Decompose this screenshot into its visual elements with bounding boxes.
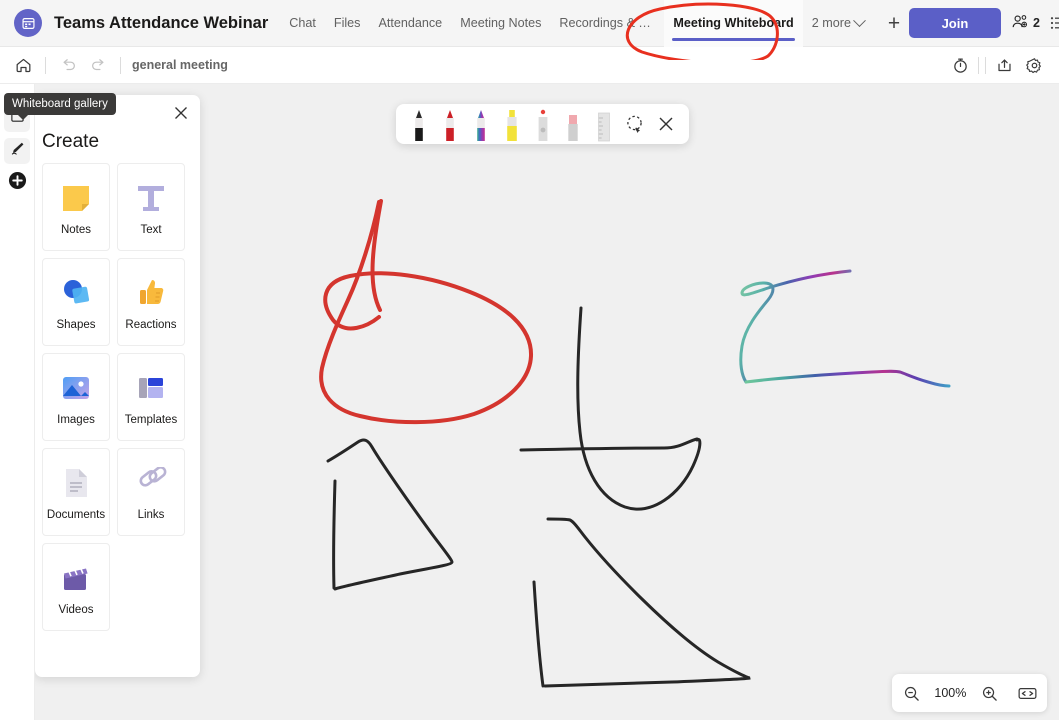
fit-to-screen-icon[interactable] xyxy=(1013,678,1043,708)
meeting-header: Teams Attendance Webinar Chat Files Atte… xyxy=(0,0,1059,47)
whiteboard-gallery-tooltip: Whiteboard gallery xyxy=(4,93,116,120)
board-name-label: general meeting xyxy=(132,58,228,72)
create-tile-label: Text xyxy=(140,223,162,236)
create-tile-label: Templates xyxy=(124,413,178,426)
tab-recordings-transcripts[interactable]: Recordings & Transcr.. xyxy=(550,0,664,47)
participants-count: 2 xyxy=(1032,16,1040,30)
whiteboard-app: Teams Attendance Webinar Chat Files Atte… xyxy=(0,0,1059,720)
inking-button[interactable] xyxy=(4,138,30,164)
plus-circle-icon xyxy=(8,171,27,195)
create-tile-label: Notes xyxy=(60,223,92,236)
teams-meeting-icon xyxy=(14,9,42,37)
document-icon xyxy=(61,464,91,502)
create-button[interactable] xyxy=(4,170,30,196)
create-tile-shapes[interactable]: Shapes xyxy=(42,258,110,346)
pen-icon xyxy=(9,140,26,162)
tabs-overflow-button[interactable]: 2 more xyxy=(803,0,873,47)
meeting-tabs: Chat Files Attendance Meeting Notes Reco… xyxy=(280,0,909,47)
inking-toolbar xyxy=(396,104,689,144)
sticky-note-icon xyxy=(58,179,94,217)
create-tile-label: Videos xyxy=(58,603,94,616)
video-clapperboard-icon xyxy=(60,559,92,597)
text-t-icon xyxy=(134,179,168,217)
lasso-select-icon[interactable] xyxy=(619,105,650,143)
tab-meeting-whiteboard[interactable]: Meeting Whiteboard xyxy=(664,0,803,47)
create-tile-label: Shapes xyxy=(56,318,96,331)
home-icon[interactable] xyxy=(8,50,38,80)
black-triangle-bottom xyxy=(543,517,751,688)
create-panel: Create Notes Text Shapes Reactions Image… xyxy=(35,95,200,677)
thumbs-up-icon xyxy=(135,274,167,312)
shapes-icon xyxy=(59,274,93,312)
create-tile-videos[interactable]: Videos xyxy=(42,543,110,631)
ruler-tool[interactable] xyxy=(589,105,620,143)
tab-files[interactable]: Files xyxy=(325,0,370,47)
undo-icon[interactable] xyxy=(53,50,83,80)
create-tile-reactions[interactable]: Reactions xyxy=(117,258,185,346)
whiteboard-toolbar: general meeting xyxy=(0,47,1059,84)
close-inking-toolbar-icon[interactable] xyxy=(650,105,681,143)
laser-pointer-tool[interactable] xyxy=(527,105,558,143)
zoom-controls: 100% xyxy=(892,674,1047,712)
yellow-highlighter-tool[interactable] xyxy=(496,105,527,143)
header-actions: Join 2 xyxy=(908,8,1059,38)
redo-icon[interactable] xyxy=(83,50,113,80)
create-tile-grid: Notes Text Shapes Reactions Images Templ… xyxy=(35,163,200,631)
tabs-overflow-label: 2 more xyxy=(811,16,851,30)
zoom-in-icon[interactable] xyxy=(975,678,1005,708)
create-tile-templates[interactable]: Templates xyxy=(117,353,185,441)
rainbow-stroke-lower xyxy=(744,369,951,388)
link-chain-icon xyxy=(135,464,167,502)
create-tile-links[interactable]: Links xyxy=(117,448,185,536)
roster-list-button[interactable] xyxy=(1050,15,1059,31)
rainbow-pen-tool[interactable] xyxy=(466,105,497,143)
black-horizontal-stroke xyxy=(519,437,699,452)
page-title: Teams Attendance Webinar xyxy=(54,13,269,32)
zoom-level-label[interactable]: 100% xyxy=(934,686,966,700)
chevron-down-icon xyxy=(853,13,866,27)
red-pen-tool[interactable] xyxy=(435,105,466,143)
image-icon xyxy=(60,369,92,407)
red-loop-stroke-path xyxy=(319,200,534,425)
tab-chat[interactable]: Chat xyxy=(280,0,325,47)
eraser-tool[interactable] xyxy=(558,105,589,143)
close-icon[interactable] xyxy=(170,102,192,124)
tab-meeting-notes[interactable]: Meeting Notes xyxy=(451,0,550,47)
black-triangle-left-side xyxy=(332,479,337,590)
create-tile-documents[interactable]: Documents xyxy=(42,448,110,536)
create-tile-label: Documents xyxy=(46,508,106,521)
templates-icon xyxy=(135,369,167,407)
create-tile-text[interactable]: Text xyxy=(117,163,185,251)
create-tile-label: Links xyxy=(137,508,165,521)
share-icon[interactable] xyxy=(989,50,1019,80)
black-triangle-left xyxy=(326,438,454,591)
add-tab-button[interactable]: + xyxy=(879,8,909,38)
rainbow-stroke-upper xyxy=(739,269,852,384)
black-triangle-bottom-side xyxy=(532,580,545,688)
participants-button[interactable]: 2 xyxy=(1011,14,1040,33)
create-tile-notes[interactable]: Notes xyxy=(42,163,110,251)
join-button[interactable]: Join xyxy=(908,8,1001,38)
left-tool-rail xyxy=(0,84,35,720)
tab-attendance[interactable]: Attendance xyxy=(369,0,451,47)
timer-icon[interactable] xyxy=(945,50,975,80)
people-icon xyxy=(1011,14,1030,33)
create-tile-images[interactable]: Images xyxy=(42,353,110,441)
create-tile-label: Reactions xyxy=(125,318,177,331)
zoom-out-icon[interactable] xyxy=(896,678,926,708)
create-tile-label: Images xyxy=(57,413,95,426)
black-arc-stroke xyxy=(576,306,702,511)
gear-icon[interactable] xyxy=(1019,50,1049,80)
black-pen-tool[interactable] xyxy=(404,105,435,143)
